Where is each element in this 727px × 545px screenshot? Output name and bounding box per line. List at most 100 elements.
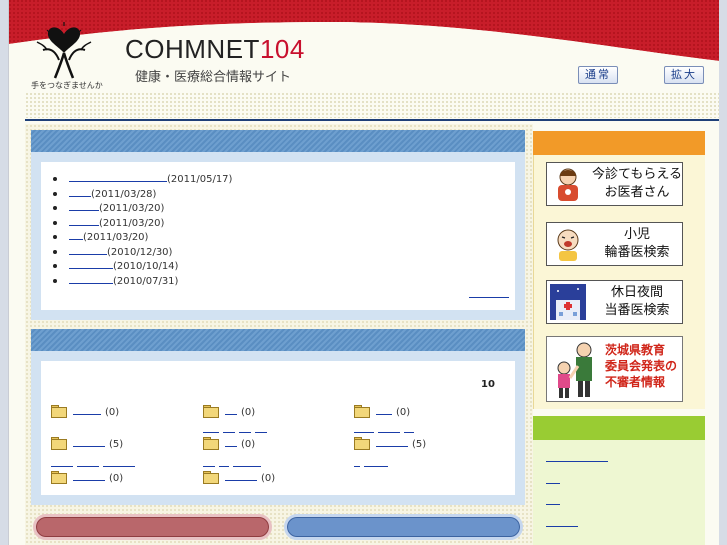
subcategory-link[interactable]: [239, 425, 251, 433]
news-item-link[interactable]: [69, 274, 113, 284]
logo-caption: 手をつなぎませんか: [31, 81, 103, 90]
subcategory-link[interactable]: [378, 425, 400, 433]
category-count: (0): [396, 407, 411, 418]
folder-icon: [51, 405, 67, 418]
font-size-large-button[interactable]: 拡大: [664, 66, 704, 84]
sidebar-green-header: [533, 416, 705, 440]
suspicious-person-info-banner-text: 茨城県教育 委員会発表の 不審者情報: [605, 343, 678, 389]
subcategory-link[interactable]: [203, 425, 219, 433]
news-item-date: (2011/03/20): [99, 217, 165, 229]
category-count: (0): [241, 439, 256, 450]
subcategory-link[interactable]: [77, 459, 99, 467]
category-count: (0): [241, 407, 256, 418]
news-item: (2011/03/20): [51, 201, 232, 216]
news-item-date: (2010/10/14): [113, 261, 179, 272]
folder-icon: [51, 437, 67, 450]
news-item: (2010/07/31): [51, 274, 232, 289]
doctor-available-banner[interactable]: 今診てもらえる お医者さん: [546, 162, 683, 206]
news-panel: (2011/05/17) (2011/03/28) (2011/03/20) (201…: [31, 130, 525, 320]
subcategory-link[interactable]: [203, 459, 215, 467]
news-item-date: (2011/03/20): [99, 203, 165, 214]
subcategory-link[interactable]: [364, 459, 388, 467]
news-item: (2010/10/14): [51, 259, 232, 274]
category-item: (0): [203, 405, 255, 419]
page-frame: 手をつなぎませんか COHMNET104 健康・医療総合情報サイト 通常 拡大 …: [8, 0, 727, 545]
news-more-link[interactable]: [469, 294, 509, 298]
blue-nav-button[interactable]: [284, 514, 523, 540]
category-link[interactable]: [73, 437, 105, 447]
category-item: (0): [354, 405, 410, 419]
news-item-link[interactable]: [69, 172, 167, 182]
news-item-date: (2011/03/20): [83, 232, 149, 243]
subcategory-link[interactable]: [219, 459, 229, 467]
category-link[interactable]: [73, 405, 101, 415]
pediatric-rotation-banner[interactable]: 小児 輪番医検索: [546, 222, 683, 266]
subcategory-link[interactable]: [233, 459, 261, 467]
header-divider: [25, 119, 721, 121]
news-item-link[interactable]: [69, 216, 99, 226]
sidebar-orange-header: [533, 131, 705, 155]
folder-icon: [354, 405, 370, 418]
news-panel-body: (2011/05/17) (2011/03/28) (2011/03/20) (201…: [41, 162, 515, 310]
subcategory-link[interactable]: [354, 425, 374, 433]
site-subtitle: 健康・医療総合情報サイト: [135, 70, 292, 85]
sidebar-link-area: [533, 440, 705, 545]
news-item-link[interactable]: [69, 201, 99, 211]
site-title-number: 104: [259, 34, 305, 64]
news-panel-header: [31, 130, 525, 152]
subcategory-link[interactable]: [255, 425, 267, 433]
folder-icon: [51, 471, 67, 484]
category-link[interactable]: [225, 405, 237, 415]
subcategory-links: [203, 423, 271, 433]
category-panel: 10 (0) (0) (0) (5) (0) (5) (0) (0): [31, 329, 525, 505]
category-link[interactable]: [376, 437, 408, 447]
sidebar-link-2[interactable]: [546, 478, 560, 484]
holiday-night-doctor-banner[interactable]: 休日夜間 当番医検索: [546, 280, 683, 324]
subcategory-links: [354, 457, 392, 467]
site-title[interactable]: COHMNET104: [125, 34, 305, 65]
window-right-edge: [719, 0, 727, 545]
category-panel-body: 10 (0) (0) (0) (5) (0) (5) (0) (0): [41, 361, 515, 495]
news-item: (2011/03/28): [51, 187, 232, 202]
news-item-link[interactable]: [69, 230, 83, 240]
doctor-available-banner-text: 今診てもらえる お医者さん: [592, 167, 682, 200]
sidebar-link-3[interactable]: [546, 499, 560, 505]
sidebar-link-1[interactable]: [546, 456, 608, 462]
news-item-date: (2010/12/30): [107, 246, 173, 258]
news-item: (2011/05/17): [51, 172, 232, 187]
news-item-date: (2010/07/31): [113, 275, 179, 287]
subcategory-links: [203, 457, 265, 467]
category-link[interactable]: [225, 437, 237, 447]
red-wave-decoration: [9, 0, 727, 92]
subcategory-link[interactable]: [223, 425, 235, 433]
sidebar-banner-area: 今診てもらえる お医者さん 小児 輪番医検索 休日夜間 当番医検索 茨城県教育 …: [533, 155, 705, 409]
category-link[interactable]: [73, 471, 105, 481]
category-item: (0): [51, 405, 119, 419]
pediatric-rotation-banner-text: 小児 輪番医検索: [604, 227, 670, 260]
category-count: (0): [261, 473, 276, 484]
news-item-link[interactable]: [69, 259, 113, 269]
sidebar-link-4[interactable]: [546, 521, 578, 527]
right-sidebar: 今診てもらえる お医者さん 小児 輪番医検索 休日夜間 当番医検索 茨城県教育 …: [533, 131, 705, 545]
category-item: (5): [51, 437, 123, 451]
category-link[interactable]: [376, 405, 392, 415]
news-item-date: (2011/03/28): [91, 188, 157, 200]
news-item-link[interactable]: [69, 245, 107, 255]
category-link[interactable]: [225, 471, 257, 481]
category-panel-header: [31, 329, 525, 351]
crying-child-icon: [557, 229, 579, 261]
subcategory-link[interactable]: [103, 459, 135, 467]
font-size-normal-button[interactable]: 通常: [578, 66, 618, 84]
subcategory-link[interactable]: [51, 459, 73, 467]
news-item-link[interactable]: [69, 187, 91, 197]
category-count: (0): [105, 407, 120, 418]
news-item-date: (2011/05/17): [167, 174, 233, 185]
night-hospital-icon: [550, 284, 586, 320]
folder-icon: [203, 471, 219, 484]
subcategory-link[interactable]: [404, 425, 414, 433]
subcategory-links: [51, 457, 139, 467]
category-item: (0): [203, 437, 255, 451]
red-nav-button[interactable]: [33, 514, 272, 540]
suspicious-person-info-banner[interactable]: 茨城県教育 委員会発表の 不審者情報: [546, 336, 683, 402]
subcategory-link[interactable]: [354, 459, 360, 467]
